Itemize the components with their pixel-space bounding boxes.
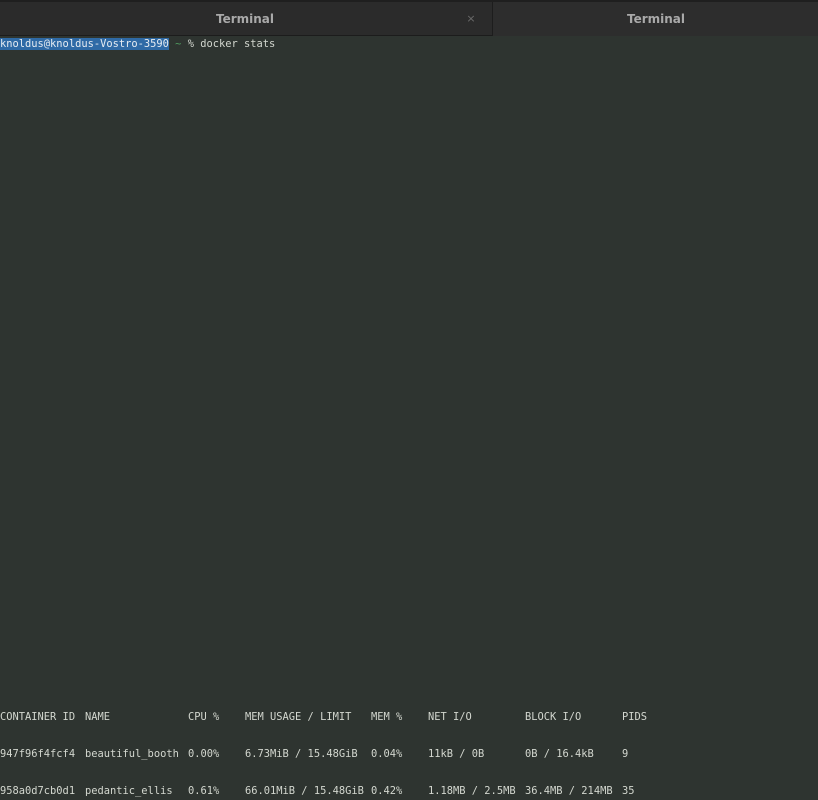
prompt-symbol: %	[187, 38, 194, 50]
cell-name: pedantic_ellis	[85, 785, 173, 798]
cell-name: beautiful_booth	[85, 748, 179, 761]
cell-net-io: 11kB / 0B	[428, 748, 485, 761]
close-icon[interactable]: ×	[462, 2, 480, 36]
cell-cpu: 0.61%	[188, 785, 220, 798]
cell-block-io: 36.4MB / 214MB	[525, 785, 613, 798]
header-block-io: BLOCK I/O	[525, 710, 582, 723]
tab-title: Terminal	[626, 12, 686, 26]
header-container-id: CONTAINER ID	[0, 710, 76, 723]
cell-mem-usage: 6.73MiB / 15.48GiB	[245, 748, 358, 761]
header-name: NAME	[85, 710, 111, 723]
tab-terminal-2[interactable]: Terminal	[492, 2, 818, 36]
cell-pids: 9	[622, 748, 629, 761]
header-pids: PIDS	[622, 710, 648, 723]
table-row: 958a0d7cb0d1 pedantic_ellis 0.61% 66.01M…	[0, 785, 818, 797]
cell-container-id: 947f96f4fcf4	[0, 748, 76, 761]
header-cpu: CPU %	[188, 710, 220, 723]
cell-mem-pct: 0.04%	[371, 748, 403, 761]
cell-block-io: 0B / 16.4kB	[525, 748, 594, 761]
cell-mem-pct: 0.42%	[371, 785, 403, 798]
cell-net-io: 1.18MB / 2.5MB	[428, 785, 516, 798]
cell-mem-usage: 66.01MiB / 15.48GiB	[245, 785, 364, 798]
docker-stats-table: CONTAINER ID NAME CPU % MEM USAGE / LIMI…	[0, 686, 818, 800]
terminal-output[interactable]: knoldus@knoldus-Vostro-3590 ~ % docker s…	[0, 36, 818, 800]
cell-cpu: 0.00%	[188, 748, 220, 761]
prompt-command: docker stats	[200, 38, 276, 50]
header-mem-pct: MEM %	[371, 710, 403, 723]
terminal-window: Terminal × Terminal knoldus@knoldus-Vost…	[0, 0, 818, 800]
header-net-io: NET I/O	[428, 710, 472, 723]
prompt-line: knoldus@knoldus-Vostro-3590 ~ % docker s…	[0, 38, 275, 50]
cell-pids: 35	[622, 785, 635, 798]
tab-bar: Terminal × Terminal	[0, 0, 818, 36]
tab-terminal-1[interactable]: Terminal	[0, 2, 490, 36]
cell-container-id: 958a0d7cb0d1	[0, 785, 76, 798]
prompt-cwd: ~	[175, 38, 182, 50]
prompt-user-host: knoldus@knoldus-Vostro-3590	[0, 38, 169, 50]
table-header-row: CONTAINER ID NAME CPU % MEM USAGE / LIMI…	[0, 711, 818, 723]
table-row: 947f96f4fcf4 beautiful_booth 0.00% 6.73M…	[0, 748, 818, 760]
tab-title: Terminal	[215, 12, 275, 26]
header-mem-usage: MEM USAGE / LIMIT	[245, 710, 352, 723]
